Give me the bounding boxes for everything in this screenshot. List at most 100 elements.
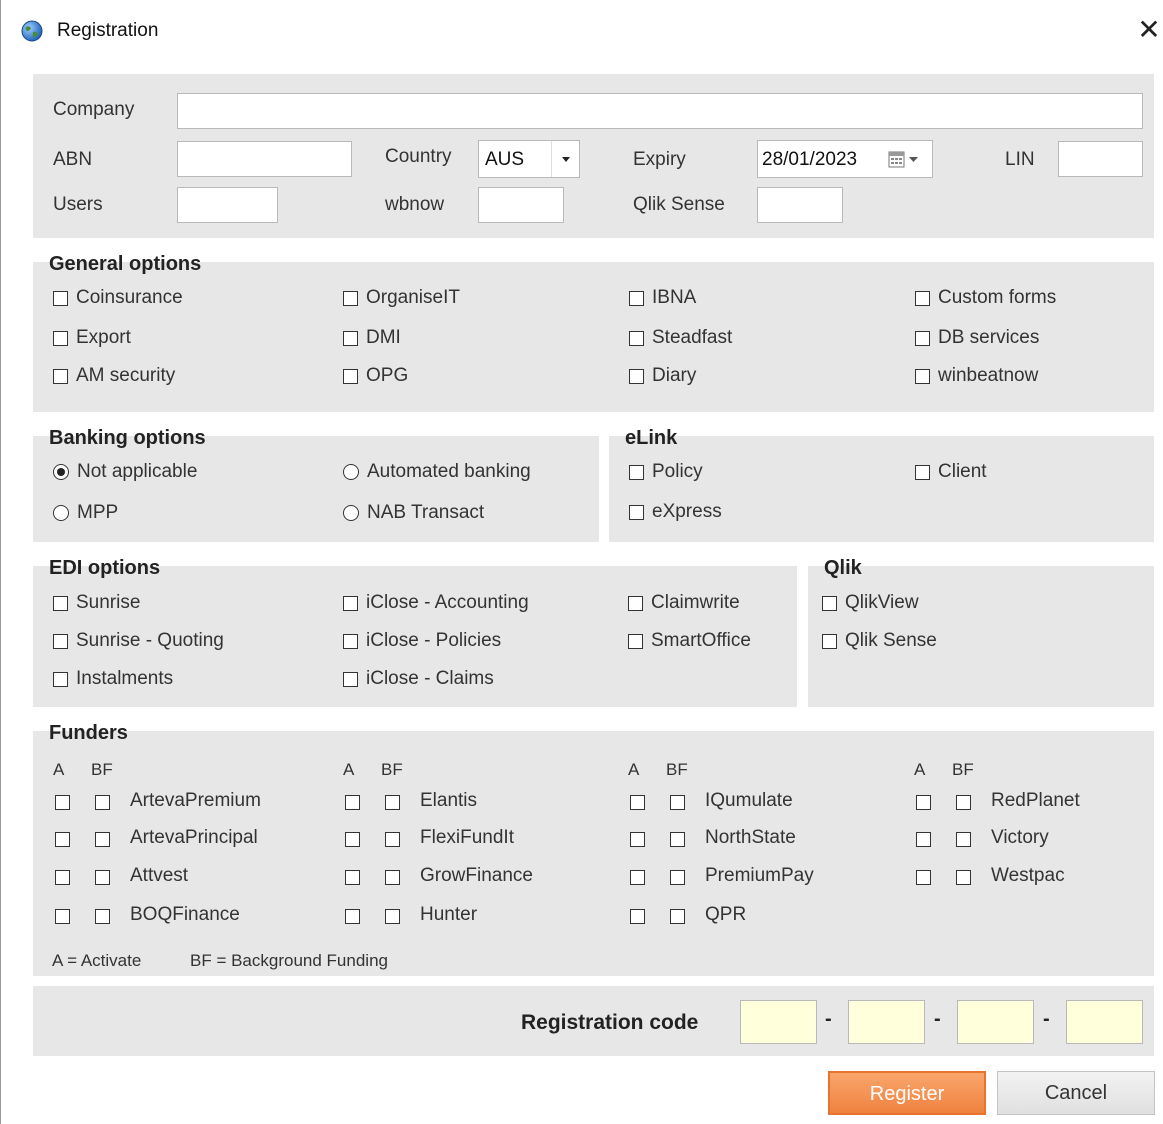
checkbox-box[interactable] <box>629 504 644 520</box>
activate-checkbox-artevapremium[interactable] <box>55 795 70 810</box>
activate-checkbox-premiumpay[interactable] <box>630 870 645 885</box>
diary-checkbox[interactable]: Diary <box>629 365 696 387</box>
checkbox-box[interactable] <box>53 290 68 306</box>
activate-checkbox-iqumulate[interactable] <box>630 795 645 810</box>
activate-checkbox-attvest[interactable] <box>55 870 70 885</box>
background-funding-checkbox-westpac[interactable] <box>956 870 971 885</box>
checkbox-box[interactable] <box>343 671 358 687</box>
am-security-checkbox[interactable]: AM security <box>53 365 175 387</box>
checkbox-box[interactable] <box>53 595 68 611</box>
company-input[interactable] <box>177 93 1143 129</box>
checkbox-box[interactable] <box>343 633 358 649</box>
iclose-claims-checkbox[interactable]: iClose - Claims <box>343 668 494 690</box>
checkbox-box[interactable] <box>915 464 930 480</box>
checkbox-box[interactable] <box>343 290 358 306</box>
activate-checkbox-westpac[interactable] <box>916 870 931 885</box>
background-funding-checkbox-attvest[interactable] <box>95 870 110 885</box>
sunrise-quoting-checkbox[interactable]: Sunrise - Quoting <box>53 630 224 652</box>
background-funding-checkbox-premiumpay[interactable] <box>670 870 685 885</box>
background-funding-checkbox-hunter[interactable] <box>385 909 400 924</box>
steadfast-checkbox[interactable]: Steadfast <box>629 327 732 349</box>
checkbox-box[interactable] <box>915 290 930 306</box>
checkbox-box[interactable] <box>53 633 68 649</box>
background-funding-checkbox-qpr[interactable] <box>670 909 685 924</box>
background-funding-checkbox-artevaprincipal[interactable] <box>95 832 110 847</box>
activate-checkbox-growfinance[interactable] <box>345 870 360 885</box>
expiry-date-picker[interactable]: 28/01/2023 <box>757 140 933 178</box>
activate-checkbox-northstate[interactable] <box>630 832 645 847</box>
registration-code-part-4[interactable] <box>1066 1000 1143 1044</box>
iclose-accounting-checkbox[interactable]: iClose - Accounting <box>343 592 529 614</box>
checkbox-box[interactable] <box>629 330 644 346</box>
checkbox-box[interactable] <box>822 595 837 611</box>
registration-code-part-2[interactable] <box>848 1000 925 1044</box>
dropdown-button[interactable] <box>551 141 580 177</box>
automated-banking-radio[interactable]: Automated banking <box>343 461 531 483</box>
mpp-radio[interactable]: MPP <box>53 502 118 524</box>
calendar-icon[interactable] <box>888 150 928 170</box>
radio-button[interactable] <box>53 464 69 480</box>
iclose-policies-checkbox[interactable]: iClose - Policies <box>343 630 501 652</box>
express-checkbox[interactable]: eXpress <box>629 501 722 523</box>
checkbox-box[interactable] <box>915 330 930 346</box>
radio-button[interactable] <box>53 505 69 521</box>
activate-checkbox-flexifundit[interactable] <box>345 832 360 847</box>
policy-checkbox[interactable]: Policy <box>629 461 703 483</box>
registration-code-part-1[interactable] <box>740 1000 817 1044</box>
checkbox-box[interactable] <box>53 671 68 687</box>
custom-forms-checkbox[interactable]: Custom forms <box>915 287 1056 309</box>
not-applicable-radio[interactable]: Not applicable <box>53 461 197 483</box>
coinsurance-checkbox[interactable]: Coinsurance <box>53 287 183 309</box>
background-funding-checkbox-boqfinance[interactable] <box>95 909 110 924</box>
ibna-checkbox[interactable]: IBNA <box>629 287 696 309</box>
checkbox-box[interactable] <box>53 368 68 384</box>
checkbox-box[interactable] <box>53 330 68 346</box>
dmi-checkbox[interactable]: DMI <box>343 327 401 349</box>
wbnow-input[interactable] <box>478 187 564 223</box>
lin-input[interactable] <box>1058 141 1143 177</box>
activate-checkbox-artevaprincipal[interactable] <box>55 832 70 847</box>
country-select[interactable]: AUS <box>478 140 580 178</box>
background-funding-checkbox-flexifundit[interactable] <box>385 832 400 847</box>
background-funding-checkbox-growfinance[interactable] <box>385 870 400 885</box>
qlikview-checkbox[interactable]: QlikView <box>822 592 919 614</box>
export-checkbox[interactable]: Export <box>53 327 131 349</box>
checkbox-box[interactable] <box>629 464 644 480</box>
background-funding-checkbox-iqumulate[interactable] <box>670 795 685 810</box>
background-funding-checkbox-northstate[interactable] <box>670 832 685 847</box>
checkbox-box[interactable] <box>915 368 930 384</box>
background-funding-checkbox-redplanet[interactable] <box>956 795 971 810</box>
claimwrite-checkbox[interactable]: Claimwrite <box>628 592 740 614</box>
checkbox-box[interactable] <box>343 368 358 384</box>
users-input[interactable] <box>177 187 278 223</box>
smartoffice-checkbox[interactable]: SmartOffice <box>628 630 751 652</box>
winbeatnow-checkbox[interactable]: winbeatnow <box>915 365 1038 387</box>
activate-checkbox-victory[interactable] <box>916 832 931 847</box>
instalments-checkbox[interactable]: Instalments <box>53 668 173 690</box>
abn-input[interactable] <box>177 141 352 177</box>
radio-button[interactable] <box>343 505 359 521</box>
checkbox-box[interactable] <box>343 595 358 611</box>
activate-checkbox-hunter[interactable] <box>345 909 360 924</box>
checkbox-box[interactable] <box>628 633 643 649</box>
client-checkbox[interactable]: Client <box>915 461 987 483</box>
background-funding-checkbox-artevapremium[interactable] <box>95 795 110 810</box>
background-funding-checkbox-elantis[interactable] <box>385 795 400 810</box>
activate-checkbox-elantis[interactable] <box>345 795 360 810</box>
nab-transact-radio[interactable]: NAB Transact <box>343 502 484 524</box>
db-services-checkbox[interactable]: DB services <box>915 327 1039 349</box>
checkbox-box[interactable] <box>343 330 358 346</box>
registration-code-part-3[interactable] <box>957 1000 1034 1044</box>
qlik-sense-input[interactable] <box>757 187 843 223</box>
organiseit-checkbox[interactable]: OrganiseIT <box>343 287 460 309</box>
opg-checkbox[interactable]: OPG <box>343 365 408 387</box>
background-funding-checkbox-victory[interactable] <box>956 832 971 847</box>
activate-checkbox-redplanet[interactable] <box>916 795 931 810</box>
checkbox-box[interactable] <box>629 290 644 306</box>
activate-checkbox-qpr[interactable] <box>630 909 645 924</box>
sunrise-checkbox[interactable]: Sunrise <box>53 592 140 614</box>
register-button[interactable]: Register <box>828 1071 986 1115</box>
checkbox-box[interactable] <box>629 368 644 384</box>
qlik-sense-checkbox[interactable]: Qlik Sense <box>822 630 937 652</box>
checkbox-box[interactable] <box>628 595 643 611</box>
